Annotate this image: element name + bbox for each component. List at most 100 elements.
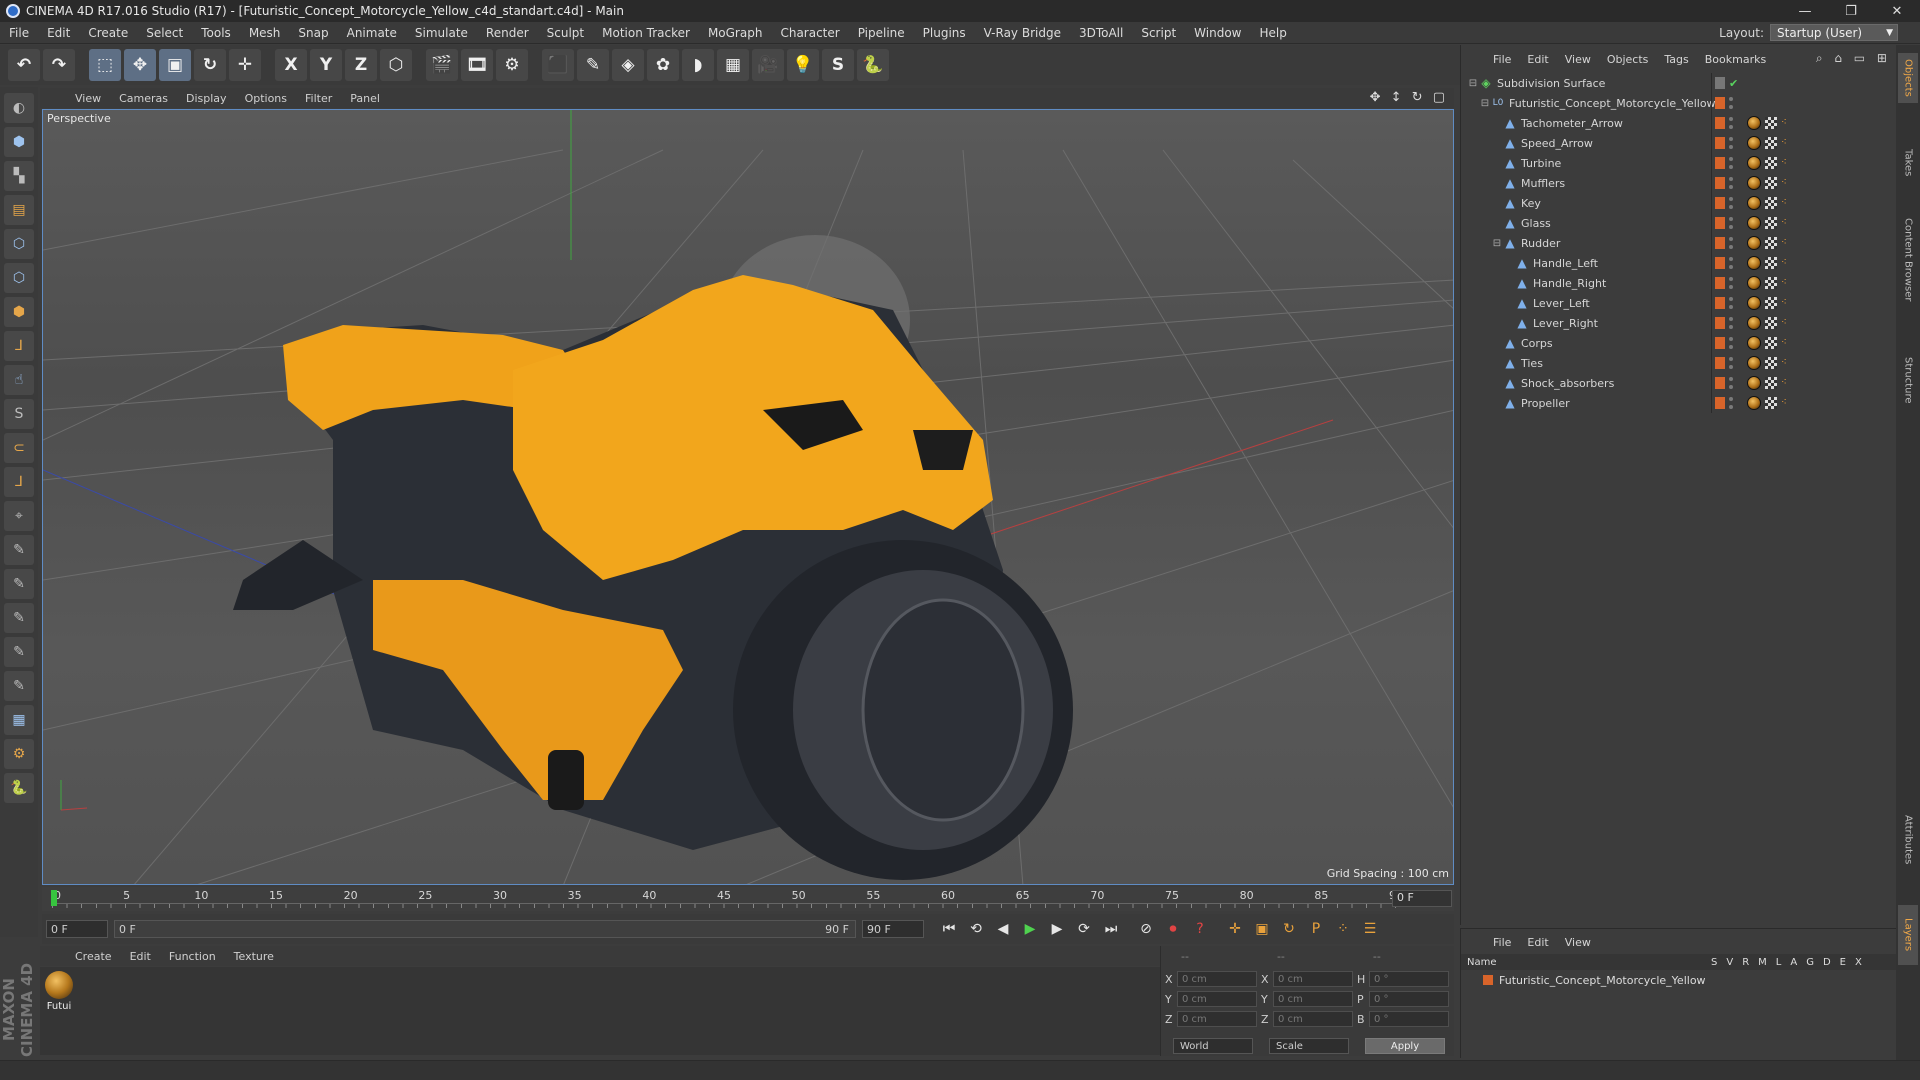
layer-menu-file[interactable]: File xyxy=(1485,936,1519,949)
render-visibility-dot[interactable] xyxy=(1729,405,1733,409)
object-row[interactable]: ▲ Mufflers ⁖ xyxy=(1461,173,1897,193)
material-tag-icon[interactable] xyxy=(1747,316,1761,330)
visibility-dots[interactable] xyxy=(1729,357,1733,369)
menu-character[interactable]: Character xyxy=(771,26,848,40)
layer-color-swatch[interactable] xyxy=(1715,217,1725,229)
menu-file[interactable]: File xyxy=(0,26,38,40)
render-visibility-dot[interactable] xyxy=(1729,385,1733,389)
minimize-icon[interactable]: — xyxy=(1782,0,1828,22)
phong-tag-icon[interactable]: ⁖ xyxy=(1781,198,1791,208)
visibility-dots[interactable] xyxy=(1729,157,1733,169)
coordinate-value-field[interactable]: 0 ° xyxy=(1369,971,1449,987)
material-swatch[interactable]: Futui xyxy=(44,971,74,1013)
render-visibility-dot[interactable] xyxy=(1729,125,1733,129)
grid-lock-button[interactable]: ▦ xyxy=(4,705,34,735)
scale-button[interactable]: ▣ xyxy=(159,49,191,81)
enabled-check-icon[interactable]: ✔ xyxy=(1729,77,1738,90)
object-row[interactable]: ▲ Handle_Left ⁖ xyxy=(1461,253,1897,273)
layer-color-swatch[interactable] xyxy=(1715,157,1725,169)
material-tag-icon[interactable] xyxy=(1747,256,1761,270)
viewport-menu-cameras[interactable]: Cameras xyxy=(110,92,177,105)
tab-objects[interactable]: Objects xyxy=(1898,53,1918,103)
uvw-tag-icon[interactable] xyxy=(1765,317,1777,329)
object-row[interactable]: ⊟ L0 Futuristic_Concept_Motorcycle_Yellow xyxy=(1461,93,1897,113)
cube-button[interactable]: ⬛ xyxy=(542,49,574,81)
collapse-toggle-icon[interactable]: ⊟ xyxy=(1467,78,1479,89)
uvw-tag-icon[interactable] xyxy=(1765,397,1777,409)
layer-color-swatch[interactable] xyxy=(1715,197,1725,209)
phong-tag-icon[interactable]: ⁖ xyxy=(1781,338,1791,348)
editor-visibility-dot[interactable] xyxy=(1729,217,1733,221)
editor-visibility-dot[interactable] xyxy=(1729,97,1733,101)
subdivision-surface-button[interactable]: ◈ xyxy=(612,49,644,81)
model-mode-button[interactable]: ⬢ xyxy=(4,127,34,157)
collapse-toggle-icon[interactable]: ⊟ xyxy=(1491,238,1503,249)
phong-tag-icon[interactable]: ⁖ xyxy=(1781,298,1791,308)
editor-visibility-dot[interactable] xyxy=(1729,357,1733,361)
object-menu-tags[interactable]: Tags xyxy=(1656,53,1696,66)
coordinate-value-field[interactable]: 0 cm xyxy=(1273,1011,1353,1027)
polygons-mode-button[interactable]: ⬢ xyxy=(4,297,34,327)
render-visibility-dot[interactable] xyxy=(1729,345,1733,349)
editor-visibility-dot[interactable] xyxy=(1729,157,1733,161)
render-visibility-dot[interactable] xyxy=(1729,285,1733,289)
uvw-tag-icon[interactable] xyxy=(1765,117,1777,129)
snap-button[interactable]: ⊂ xyxy=(4,433,34,463)
render-visibility-dot[interactable] xyxy=(1729,205,1733,209)
layer-color-swatch[interactable] xyxy=(1715,297,1725,309)
brush-button[interactable]: ✎ xyxy=(4,535,34,565)
object-row[interactable]: ▲ Lever_Right ⁖ xyxy=(1461,313,1897,333)
previous-key-button[interactable]: ⟲ xyxy=(964,917,988,941)
current-frame-field[interactable]: 0 F xyxy=(1392,890,1452,907)
bridge-button[interactable]: ⚙ xyxy=(4,739,34,769)
go-to-start-button[interactable]: ⏮ xyxy=(937,917,961,941)
layer-color-swatch[interactable] xyxy=(1715,137,1725,149)
uvw-tag-icon[interactable] xyxy=(1765,277,1777,289)
layer-color-swatch[interactable] xyxy=(1715,177,1725,189)
pla-key-button[interactable]: ⁘ xyxy=(1331,917,1355,941)
knife-button[interactable]: ✎ xyxy=(4,637,34,667)
phong-tag-icon[interactable]: ⁖ xyxy=(1781,358,1791,368)
uvw-tag-icon[interactable] xyxy=(1765,237,1777,249)
render-visibility-dot[interactable] xyxy=(1729,305,1733,309)
coordinate-value-field[interactable]: 0 ° xyxy=(1369,1011,1449,1027)
phong-tag-icon[interactable]: ⁖ xyxy=(1781,238,1791,248)
object-row[interactable]: ⊟ ▲ Rudder ⁖ xyxy=(1461,233,1897,253)
object-menu-view[interactable]: View xyxy=(1557,53,1599,66)
render-visibility-dot[interactable] xyxy=(1729,265,1733,269)
layer-color-swatch[interactable] xyxy=(1715,357,1725,369)
layer-column-d[interactable]: D xyxy=(1823,957,1831,968)
visibility-dots[interactable] xyxy=(1729,297,1733,309)
loop-button[interactable]: ⟳ xyxy=(1072,917,1096,941)
object-row[interactable]: ▲ Handle_Right ⁖ xyxy=(1461,273,1897,293)
render-visibility-dot[interactable] xyxy=(1729,105,1733,109)
layer-column-e[interactable]: E xyxy=(1840,957,1846,968)
texture-mode-button[interactable]: ▚ xyxy=(4,161,34,191)
start-frame-field[interactable]: 0 F xyxy=(46,920,108,938)
phong-tag-icon[interactable]: ⁖ xyxy=(1781,258,1791,268)
menu-tools[interactable]: Tools xyxy=(192,26,240,40)
phong-tag-icon[interactable]: ⁖ xyxy=(1781,378,1791,388)
material-tag-icon[interactable] xyxy=(1747,336,1761,350)
menu-sculpt[interactable]: Sculpt xyxy=(538,26,593,40)
render-view-button[interactable]: 🎬 xyxy=(426,49,458,81)
object-row[interactable]: ▲ Tachometer_Arrow ⁖ xyxy=(1461,113,1897,133)
timeline-playhead[interactable] xyxy=(51,890,57,906)
material-menu-function[interactable]: Function xyxy=(160,950,225,963)
object-row[interactable]: ▲ Glass ⁖ xyxy=(1461,213,1897,233)
material-menu-edit[interactable]: Edit xyxy=(121,950,160,963)
tweak-mode-button[interactable]: ☝ xyxy=(4,365,34,395)
material-tag-icon[interactable] xyxy=(1747,196,1761,210)
live-selection-button[interactable]: ⬚ xyxy=(89,49,121,81)
menu-script[interactable]: Script xyxy=(1132,26,1185,40)
uvw-tag-icon[interactable] xyxy=(1765,137,1777,149)
menu-create[interactable]: Create xyxy=(79,26,137,40)
render-picture-viewer-button[interactable]: 🎞 xyxy=(461,49,493,81)
object-menu-file[interactable]: File xyxy=(1485,53,1519,66)
layer-column-a[interactable]: A xyxy=(1790,957,1797,968)
object-row[interactable]: ▲ Propeller ⁖ xyxy=(1461,393,1897,413)
phong-tag-icon[interactable]: ⁖ xyxy=(1781,398,1791,408)
solo-mode-button[interactable]: S xyxy=(4,399,34,429)
material-tag-icon[interactable] xyxy=(1747,396,1761,410)
phong-tag-icon[interactable]: ⁖ xyxy=(1781,318,1791,328)
